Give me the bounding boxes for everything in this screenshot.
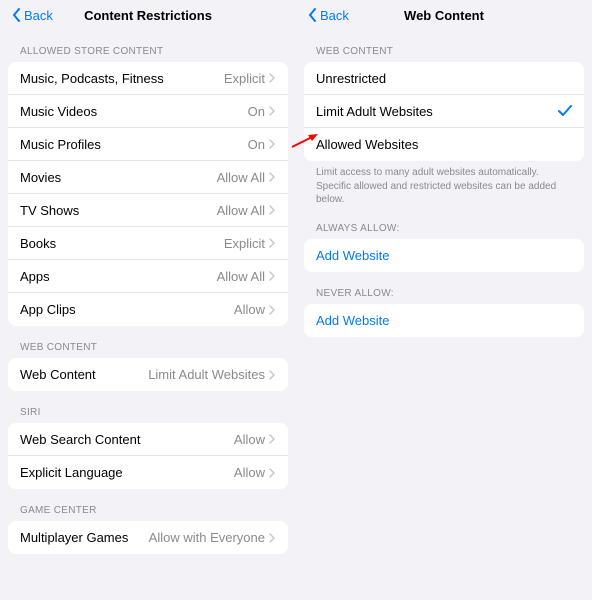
row-label: Unrestricted	[316, 71, 572, 86]
chevron-right-icon	[269, 205, 276, 215]
group-always-allow: Add Website	[304, 239, 584, 272]
chevron-right-icon	[269, 139, 276, 149]
row-label: Limit Adult Websites	[316, 104, 558, 119]
option-row[interactable]: Allowed Websites	[304, 128, 584, 161]
section-header-web: WEB CONTENT	[0, 326, 296, 358]
row-web-content[interactable]: Web Content Limit Adult Websites	[8, 358, 288, 391]
chevron-right-icon	[269, 271, 276, 281]
group-web-content-options: Unrestricted Limit Adult Websites Allowed …	[304, 62, 584, 161]
content-restrictions-panel: Back Content Restrictions ALLOWED STORE …	[0, 0, 296, 600]
chevron-right-icon	[269, 370, 276, 380]
row-label: Multiplayer Games	[20, 530, 149, 545]
chevron-right-icon	[269, 533, 276, 543]
row-label: Allowed Websites	[316, 137, 572, 152]
chevron-left-icon	[308, 8, 318, 22]
row-label: Web Search Content	[20, 432, 234, 447]
list-item[interactable]: Explicit LanguageAllow	[8, 456, 288, 489]
add-website-label: Add Website	[316, 313, 389, 328]
list-item[interactable]: Web Search ContentAllow	[8, 423, 288, 456]
section-header-siri: SIRI	[0, 391, 296, 423]
nav-bar: Back Web Content	[296, 0, 592, 30]
row-label: TV Shows	[20, 203, 217, 218]
section-header-never-allow: NEVER ALLOW:	[296, 272, 592, 304]
add-website-button[interactable]: Add Website	[304, 304, 584, 337]
section-header-gamecenter: GAME CENTER	[0, 489, 296, 521]
row-value: Allow All	[217, 269, 265, 284]
row-value: Allow All	[217, 170, 265, 185]
chevron-right-icon	[269, 73, 276, 83]
list-item[interactable]: AppsAllow All	[8, 260, 288, 293]
list-item[interactable]: App ClipsAllow	[8, 293, 288, 326]
chevron-right-icon	[269, 305, 276, 315]
row-value: Allow	[234, 465, 265, 480]
checkmark-icon	[558, 105, 572, 117]
back-button[interactable]: Back	[308, 8, 349, 23]
list-item[interactable]: BooksExplicit	[8, 227, 288, 260]
row-value: On	[248, 104, 265, 119]
row-label: Books	[20, 236, 224, 251]
option-row[interactable]: Limit Adult Websites	[304, 95, 584, 128]
back-label: Back	[320, 8, 349, 23]
row-value: Allow	[234, 432, 265, 447]
web-content-panel: Back Web Content WEB CONTENT Unrestricte…	[296, 0, 592, 600]
row-label: Music, Podcasts, Fitness	[20, 71, 224, 86]
chevron-right-icon	[269, 434, 276, 444]
back-button[interactable]: Back	[12, 8, 53, 23]
group-never-allow: Add Website	[304, 304, 584, 337]
section-header-store: ALLOWED STORE CONTENT	[0, 30, 296, 62]
row-value: Explicit	[224, 71, 265, 86]
group-gamecenter: Multiplayer GamesAllow with Everyone	[8, 521, 288, 554]
section-header-always-allow: ALWAYS ALLOW:	[296, 207, 592, 239]
add-website-button[interactable]: Add Website	[304, 239, 584, 272]
chevron-right-icon	[269, 106, 276, 116]
list-item[interactable]: Music VideosOn	[8, 95, 288, 128]
list-item[interactable]: Music ProfilesOn	[8, 128, 288, 161]
section-header-webcontent: WEB CONTENT	[296, 30, 592, 62]
chevron-right-icon	[269, 172, 276, 182]
group-store: Music, Podcasts, FitnessExplicitMusic Vi…	[8, 62, 288, 326]
list-item[interactable]: Multiplayer GamesAllow with Everyone	[8, 521, 288, 554]
section-footer-webcontent: Limit access to many adult websites auto…	[296, 161, 592, 207]
add-website-label: Add Website	[316, 248, 389, 263]
row-value: Explicit	[224, 236, 265, 251]
row-label: Music Profiles	[20, 137, 248, 152]
group-siri: Web Search ContentAllowExplicit Language…	[8, 423, 288, 489]
row-value: Allow with Everyone	[149, 530, 265, 545]
row-label: Movies	[20, 170, 217, 185]
option-row[interactable]: Unrestricted	[304, 62, 584, 95]
back-label: Back	[24, 8, 53, 23]
row-value: On	[248, 137, 265, 152]
row-value: Allow	[234, 302, 265, 317]
chevron-right-icon	[269, 238, 276, 248]
list-item[interactable]: TV ShowsAllow All	[8, 194, 288, 227]
row-label: Explicit Language	[20, 465, 234, 480]
chevron-left-icon	[12, 8, 22, 22]
row-value: Allow All	[217, 203, 265, 218]
list-item[interactable]: MoviesAllow All	[8, 161, 288, 194]
group-web: Web Content Limit Adult Websites	[8, 358, 288, 391]
row-value: Limit Adult Websites	[148, 367, 265, 382]
row-label: Music Videos	[20, 104, 248, 119]
nav-bar: Back Content Restrictions	[0, 0, 296, 30]
row-label: App Clips	[20, 302, 234, 317]
chevron-right-icon	[269, 468, 276, 478]
row-label: Apps	[20, 269, 217, 284]
row-label: Web Content	[20, 367, 148, 382]
list-item[interactable]: Music, Podcasts, FitnessExplicit	[8, 62, 288, 95]
